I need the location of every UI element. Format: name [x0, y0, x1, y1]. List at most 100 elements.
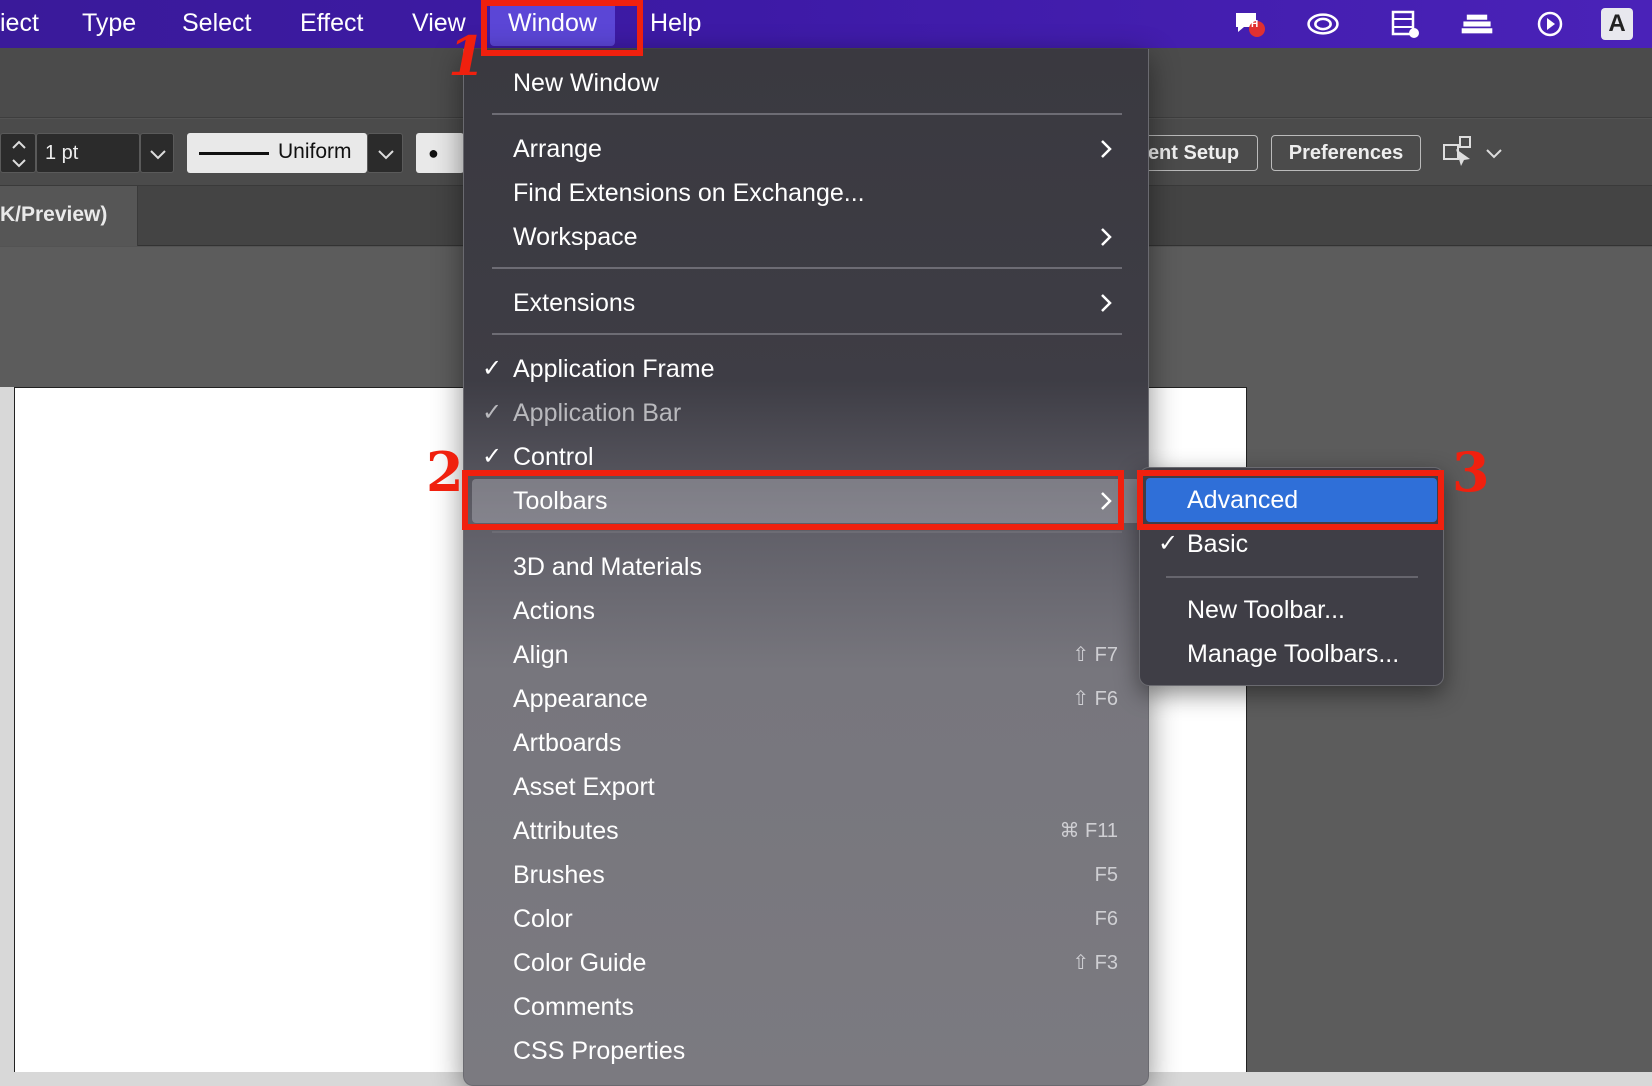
annotation-step-1: 1 [448, 24, 486, 88]
menu-item-application-frame[interactable]: ✓ Application Frame [464, 347, 1148, 391]
chevron-right-icon [1101, 228, 1112, 246]
shortcut-label: F5 [1094, 864, 1118, 886]
menu-item-label: Attributes [513, 817, 619, 845]
menu-item-label: Brushes [513, 861, 605, 889]
window-menu: New Window Arrange Find Extensions on Ex… [463, 49, 1149, 1086]
menu-item-label: Actions [513, 597, 595, 625]
submenu-item-label: Basic [1187, 530, 1249, 558]
menu-item-label: Asset Export [513, 773, 655, 801]
menu-item-label: New Window [513, 69, 659, 97]
submenu-item-label: Advanced [1187, 486, 1299, 514]
check-icon: ✓ [482, 355, 503, 382]
shortcut-label: F6 [1094, 908, 1118, 930]
menu-object[interactable]: iect [0, 0, 39, 48]
menu-item-label: Artboards [513, 729, 622, 757]
menu-item-color-guide[interactable]: Color Guide ⇧ F3 [464, 941, 1148, 985]
submenu-item-manage-toolbars[interactable]: Manage Toolbars... [1146, 632, 1437, 676]
menu-effect[interactable]: Effect [300, 0, 363, 48]
check-icon: ✓ [482, 399, 503, 426]
annotation-step-2: 2 [426, 440, 464, 504]
submenu-item-advanced[interactable]: Advanced [1146, 478, 1437, 522]
chevron-right-icon [1101, 294, 1112, 312]
shortcut-label: ⇧ F6 [1072, 688, 1118, 710]
menu-item-label: Workspace [513, 223, 638, 251]
stroke-profile-select[interactable]: Uniform [187, 133, 367, 173]
menu-item-artboards[interactable]: Artboards [464, 721, 1148, 765]
menu-item-align[interactable]: Align ⇧ F7 [464, 633, 1148, 677]
menu-item-label: Align [513, 641, 569, 669]
menu-select[interactable]: Select [182, 0, 251, 48]
submenu-item-basic[interactable]: ✓ Basic [1146, 522, 1437, 566]
menu-item-appearance[interactable]: Appearance ⇧ F6 [464, 677, 1148, 721]
menu-item-label: Arrange [513, 135, 602, 163]
menu-item-toolbars[interactable]: Toolbars [472, 479, 1140, 523]
menu-item-find-extensions[interactable]: Find Extensions on Exchange... [464, 171, 1148, 215]
left-ruler-strip [0, 387, 14, 1086]
submenu-item-label: New Toolbar... [1187, 596, 1345, 624]
menu-item-brushes[interactable]: Brushes F5 [464, 853, 1148, 897]
submenu-item-label: Manage Toolbars... [1187, 640, 1400, 668]
menu-item-3d-materials[interactable]: 3D and Materials [464, 545, 1148, 589]
menu-item-label: Application Bar [513, 399, 682, 427]
menu-item-label: Control [513, 443, 594, 471]
menu-item-label: Color Guide [513, 949, 647, 977]
menu-item-label: 3D and Materials [513, 553, 702, 581]
check-icon: ✓ [482, 443, 503, 470]
menu-separator [492, 333, 1122, 335]
document-tab[interactable]: K/Preview) [0, 186, 138, 246]
menu-item-workspace[interactable]: Workspace [464, 215, 1148, 259]
chevron-right-icon [1101, 492, 1112, 510]
stroke-stepper[interactable] [0, 133, 36, 173]
shortcut-label: ⇧ F7 [1072, 644, 1118, 666]
shortcut-label: ⇧ F3 [1072, 952, 1118, 974]
stroke-weight-field[interactable]: 1 pt [36, 133, 140, 173]
menu-separator [492, 113, 1122, 115]
menu-item-label: Color [513, 905, 573, 933]
creative-cloud-icon[interactable] [1306, 8, 1340, 40]
stroke-profile-dropdown[interactable] [367, 133, 403, 173]
menu-help[interactable]: Help [650, 0, 701, 48]
menu-item-label: Application Frame [513, 355, 715, 383]
menu-item-comments[interactable]: Comments [464, 985, 1148, 1029]
menu-item-label: Toolbars [513, 487, 608, 515]
film-icon[interactable] [1388, 8, 1422, 40]
menu-item-label: Comments [513, 993, 634, 1021]
toolbars-submenu: Advanced ✓ Basic New Toolbar... Manage To… [1139, 467, 1444, 686]
submenu-item-new-toolbar[interactable]: New Toolbar... [1146, 588, 1437, 632]
stroke-weight-dropdown[interactable] [140, 133, 174, 173]
menu-item-extensions[interactable]: Extensions [464, 281, 1148, 325]
check-icon: ✓ [1158, 530, 1179, 557]
menu-separator [492, 531, 1122, 533]
menu-separator [492, 267, 1122, 269]
document-setup-button[interactable]: ent Setup [1130, 135, 1258, 171]
menu-item-arrange[interactable]: Arrange [464, 127, 1148, 171]
profile-line [199, 152, 269, 155]
shortcut-label: ⌘ F11 [1059, 820, 1118, 842]
selection-transform-icon[interactable] [1440, 133, 1480, 178]
menu-bar: iect Type Select Effect View Window Help… [0, 0, 1652, 48]
menu-item-attributes[interactable]: Attributes ⌘ F11 [464, 809, 1148, 853]
annotation-step-3: 3 [1452, 440, 1490, 504]
submenu-separator [1166, 576, 1418, 578]
menu-item-new-window[interactable]: New Window [464, 61, 1148, 105]
preferences-button[interactable]: Preferences [1271, 135, 1421, 171]
menu-item-label: Find Extensions on Exchange... [513, 179, 865, 207]
menu-item-color[interactable]: Color F6 [464, 897, 1148, 941]
chat-notification-icon[interactable] [1232, 8, 1266, 40]
play-circle-icon[interactable] [1533, 8, 1567, 40]
stacked-layers-icon[interactable] [1460, 8, 1494, 40]
a-input-icon[interactable]: A [1601, 8, 1633, 40]
menu-item-application-bar: ✓ Application Bar [464, 391, 1148, 435]
chevron-down-icon[interactable] [1482, 133, 1506, 178]
menu-item-asset-export[interactable]: Asset Export [464, 765, 1148, 809]
menu-item-label: Appearance [513, 685, 648, 713]
menu-item-label: CSS Properties [513, 1037, 686, 1065]
menu-item-actions[interactable]: Actions [464, 589, 1148, 633]
brush-definition[interactable]: ● [416, 133, 464, 173]
menu-item-control[interactable]: ✓ Control [464, 435, 1148, 479]
menu-window[interactable]: Window [490, 2, 615, 46]
menu-item-label: Extensions [513, 289, 636, 317]
stroke-profile-label: Uniform [278, 140, 352, 163]
menu-type[interactable]: Type [82, 0, 136, 48]
menu-item-css-properties[interactable]: CSS Properties [464, 1029, 1148, 1073]
